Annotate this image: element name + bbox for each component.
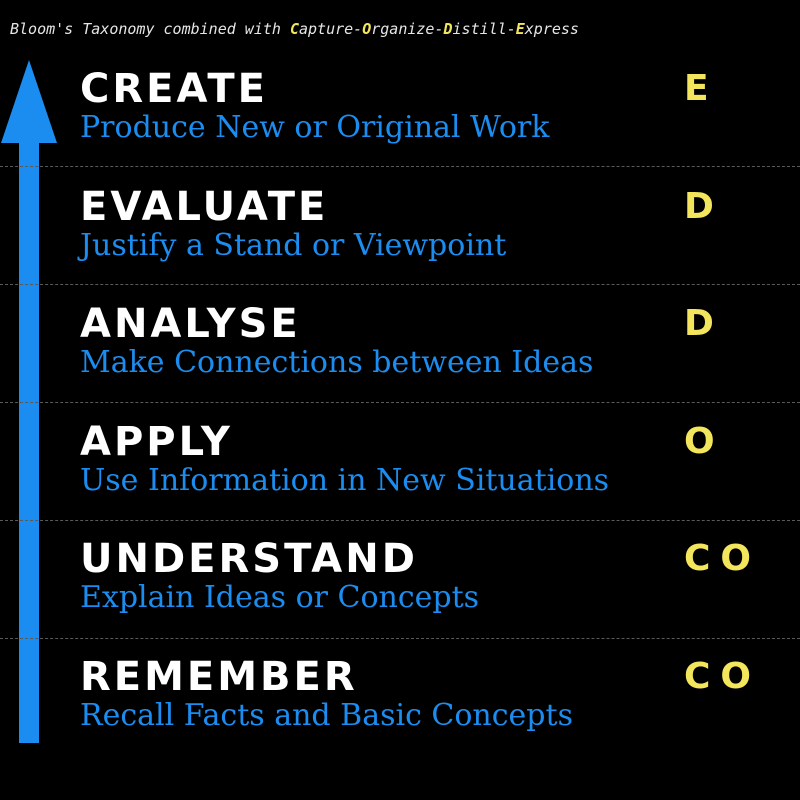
level-evaluate: EVALUATE Justify a Stand or Viewpoint D — [0, 183, 800, 301]
level-description: Justify a Stand or Viewpoint — [80, 228, 507, 263]
diagram-canvas: Bloom's Taxonomy combined with Capture-O… — [0, 0, 800, 800]
level-description: Explain Ideas or Concepts — [80, 580, 480, 615]
level-code: E — [684, 68, 719, 109]
level-code: CO — [684, 538, 762, 579]
level-description: Make Connections between Ideas — [80, 345, 594, 380]
level-create: CREATE Produce New or Original Work E — [0, 65, 800, 183]
level-description: Use Information in New Situations — [80, 463, 610, 498]
level-understand: UNDERSTAND Explain Ideas or Concepts CO — [0, 535, 800, 653]
level-analyse: ANALYSE Make Connections between Ideas D — [0, 300, 800, 418]
level-code: O — [684, 421, 725, 462]
level-description: Recall Facts and Basic Concepts — [80, 698, 573, 733]
level-remember: REMEMBER Recall Facts and Basic Concepts… — [0, 653, 800, 771]
level-name: ANALYSE — [80, 301, 301, 347]
level-description: Produce New or Original Work — [80, 110, 550, 145]
level-code: CO — [684, 656, 762, 697]
level-code: D — [684, 186, 724, 227]
level-code: D — [684, 303, 724, 344]
level-name: APPLY — [80, 419, 233, 465]
level-name: CREATE — [80, 66, 268, 112]
level-name: REMEMBER — [80, 654, 358, 700]
level-name: UNDERSTAND — [80, 536, 418, 582]
level-name: EVALUATE — [80, 184, 329, 230]
level-apply: APPLY Use Information in New Situations … — [0, 418, 800, 536]
